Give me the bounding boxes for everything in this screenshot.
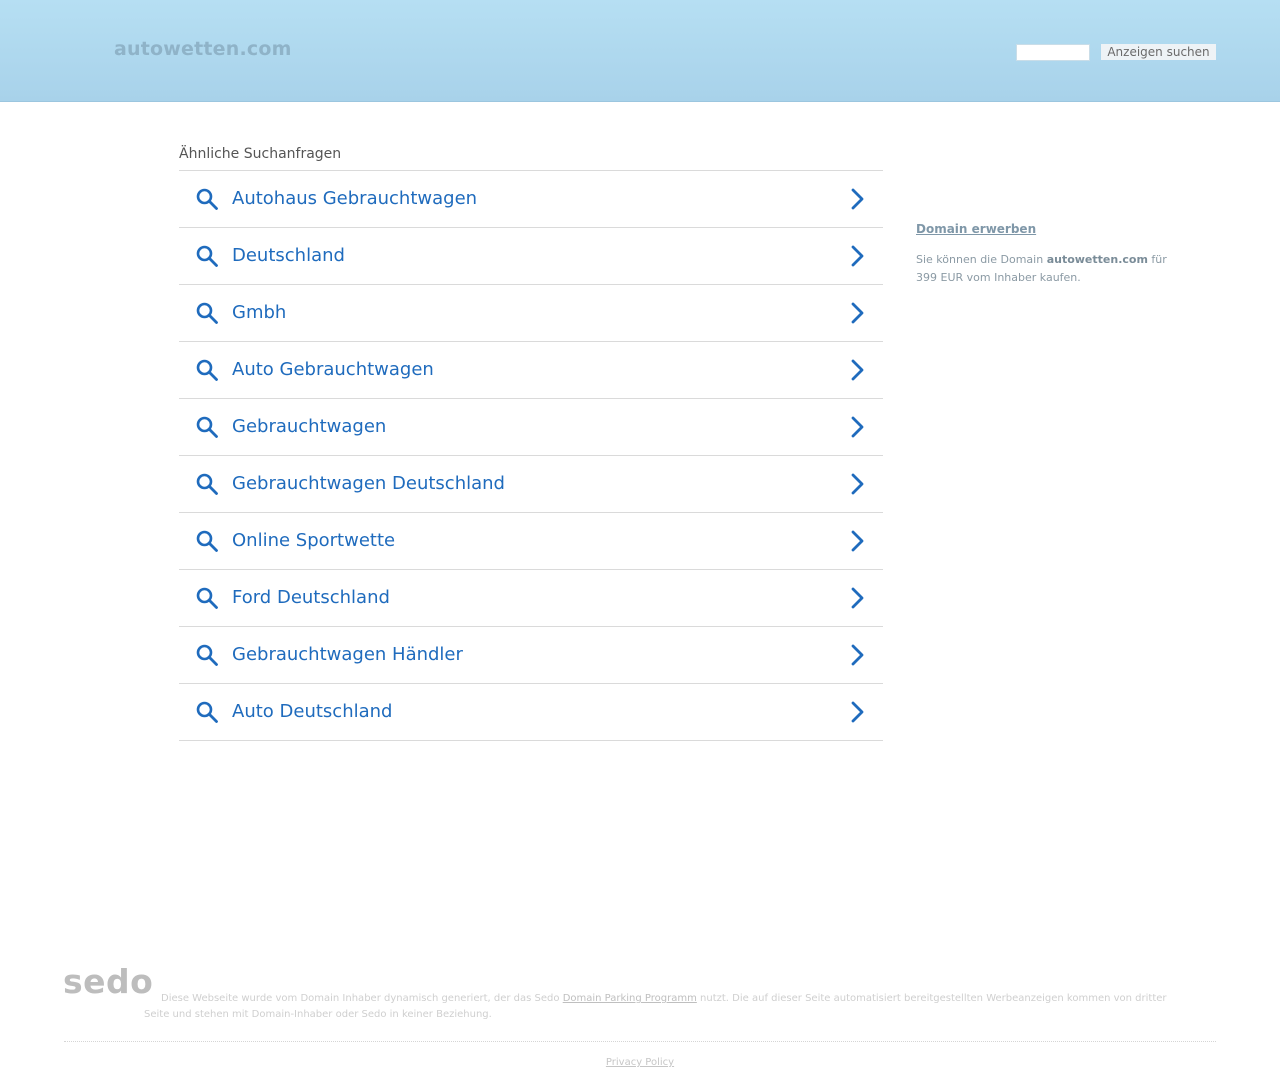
- related-search-item[interactable]: Gebrauchtwagen Deutschland: [179, 456, 883, 513]
- chevron-right-icon: [851, 416, 864, 438]
- search-icon: [196, 359, 218, 381]
- domain-offer: Domain erwerben Sie können die Domain au…: [916, 218, 1184, 287]
- related-search-item[interactable]: Online Sportwette: [179, 513, 883, 570]
- privacy-footer: Privacy Policy: [0, 1057, 1280, 1068]
- chevron-right-icon: [851, 587, 864, 609]
- search-icon: [196, 416, 218, 438]
- search-icon: [196, 245, 218, 267]
- related-search-label: Auto Gebrauchtwagen: [232, 359, 434, 380]
- search-button[interactable]: Anzeigen suchen: [1101, 44, 1216, 60]
- chevron-right-icon: [851, 701, 864, 723]
- chevron-right-icon: [851, 530, 864, 552]
- parking-program-link[interactable]: Domain Parking Programm: [563, 993, 697, 1004]
- related-search-item[interactable]: Ford Deutschland: [179, 570, 883, 627]
- related-search-item[interactable]: Gebrauchtwagen: [179, 399, 883, 456]
- sedo-logo: sedo: [63, 962, 154, 1001]
- footer-disclaimer: Diese Webseite wurde vom Domain Inhaber …: [144, 991, 1184, 1023]
- related-search-label: Gebrauchtwagen Händler: [232, 644, 463, 665]
- related-search-item[interactable]: Auto Gebrauchtwagen: [179, 342, 883, 399]
- site-logo[interactable]: autowetten.com: [114, 38, 292, 60]
- footer-divider: [64, 1041, 1216, 1042]
- disclaimer-text-before: Diese Webseite wurde vom Domain Inhaber …: [161, 993, 563, 1004]
- search-icon: [196, 530, 218, 552]
- related-search-item[interactable]: Autohaus Gebrauchtwagen: [179, 171, 883, 228]
- related-search-item[interactable]: Deutschland: [179, 228, 883, 285]
- search-icon: [196, 587, 218, 609]
- related-search-label: Autohaus Gebrauchtwagen: [232, 188, 478, 209]
- related-search-label: Gebrauchtwagen Deutschland: [232, 473, 505, 494]
- privacy-policy-link[interactable]: Privacy Policy: [606, 1057, 674, 1068]
- offer-text-before: Sie können die Domain: [916, 253, 1047, 266]
- chevron-right-icon: [851, 359, 864, 381]
- search-icon: [196, 644, 218, 666]
- chevron-right-icon: [851, 302, 864, 324]
- chevron-right-icon: [851, 473, 864, 495]
- chevron-right-icon: [851, 245, 864, 267]
- search-icon: [196, 701, 218, 723]
- related-search-item[interactable]: Gmbh: [179, 285, 883, 342]
- related-search-label: Online Sportwette: [232, 530, 396, 551]
- header: autowetten.com Anzeigen suchen: [0, 0, 1280, 102]
- search-icon: [196, 302, 218, 324]
- related-search-label: Gmbh: [232, 302, 287, 323]
- related-searches-list: Autohaus Gebrauchtwagen Deutschland Gmbh…: [179, 170, 883, 741]
- chevron-right-icon: [851, 188, 864, 210]
- search-input[interactable]: [1016, 44, 1090, 61]
- related-search-label: Deutschland: [232, 245, 345, 266]
- related-searches-title: Ähnliche Suchanfragen: [179, 146, 342, 162]
- offer-domain: autowetten.com: [1046, 253, 1148, 266]
- domain-buy-link[interactable]: Domain erwerben: [916, 222, 1036, 236]
- related-search-item[interactable]: Gebrauchtwagen Händler: [179, 627, 883, 684]
- related-search-item[interactable]: Auto Deutschland: [179, 684, 883, 741]
- related-search-label: Ford Deutschland: [232, 587, 390, 608]
- related-search-label: Gebrauchtwagen: [232, 416, 387, 437]
- search-icon: [196, 473, 218, 495]
- chevron-right-icon: [851, 644, 864, 666]
- search-icon: [196, 188, 218, 210]
- domain-offer-text: Sie können die Domain autowetten.com für…: [916, 251, 1184, 287]
- related-search-label: Auto Deutschland: [232, 701, 393, 722]
